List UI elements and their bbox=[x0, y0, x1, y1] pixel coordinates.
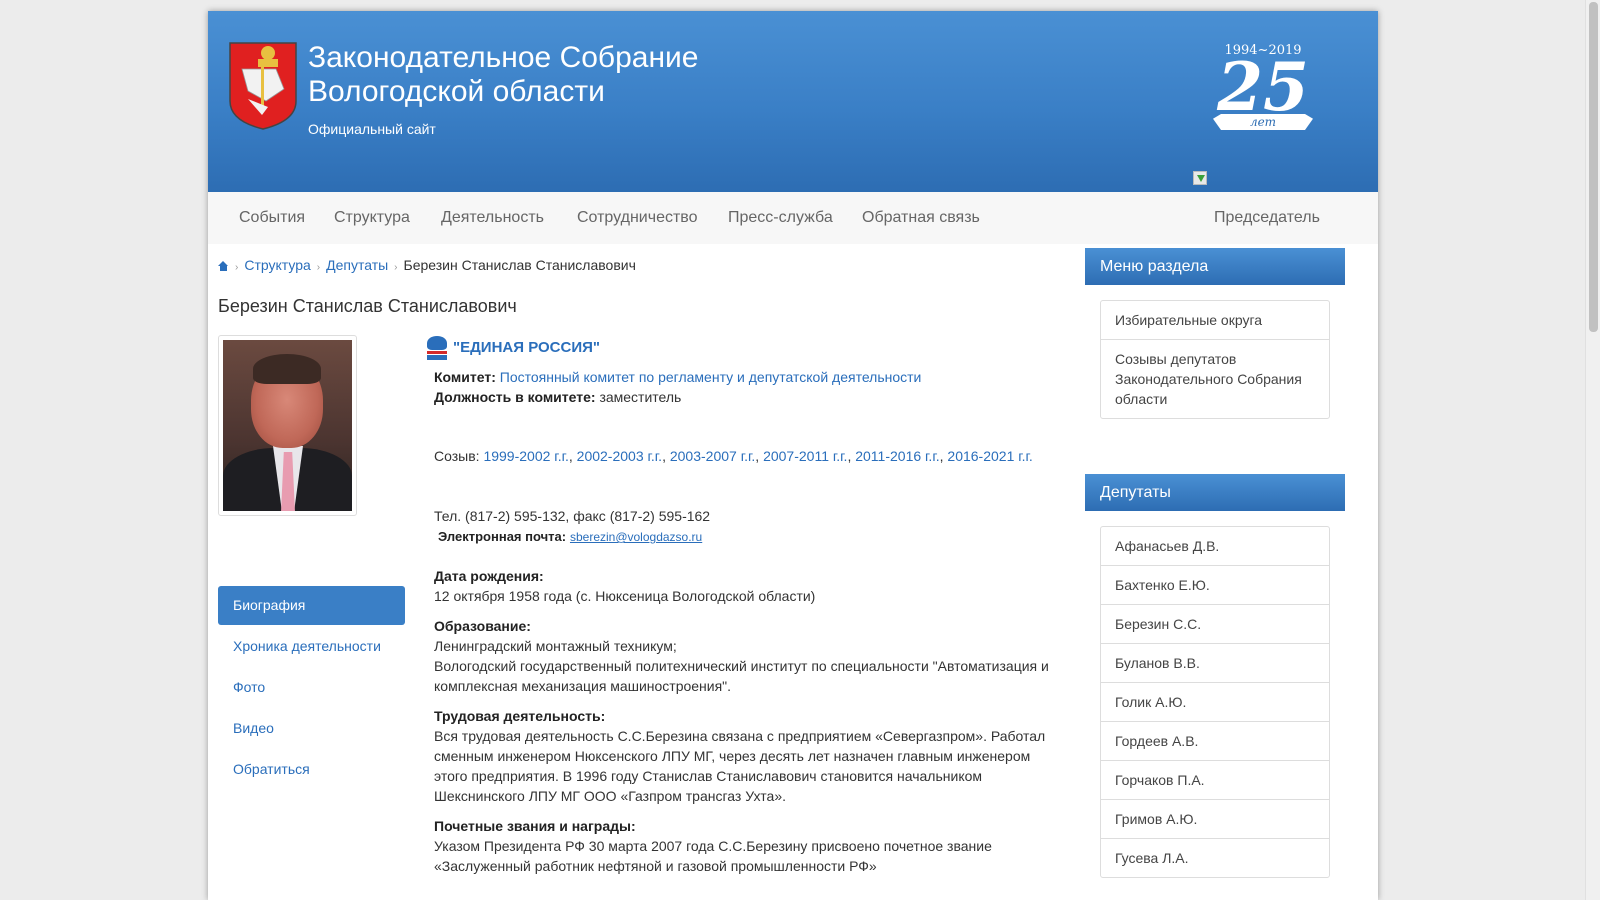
deputies-header: Депутаты bbox=[1085, 474, 1345, 511]
nav-item-feedback[interactable]: Обратная связь bbox=[862, 192, 980, 244]
committee-row: Комитет: Постоянный комитет по регламент… bbox=[434, 367, 1057, 387]
profile-menu-photo[interactable]: Фото bbox=[218, 668, 405, 707]
anniversary-badge: 1994~2019 25 лет bbox=[1208, 43, 1318, 153]
bio-birth: Дата рождения: 12 октября 1958 года (с. … bbox=[434, 566, 1057, 606]
committee-label: Комитет: bbox=[434, 369, 496, 385]
breadcrumb: › Структура › Депутаты › Березин Станислав Ст… bbox=[218, 257, 636, 273]
convocation-link[interactable]: 2003-2007 г.г. bbox=[670, 448, 755, 464]
breadcrumb-deputies-link[interactable]: Депутаты bbox=[326, 257, 388, 273]
site-title-line2: Вологодской области bbox=[308, 75, 605, 108]
email-row: Электронная почта: sberezin@vologdazso.r… bbox=[434, 526, 1057, 547]
nav-item-structure[interactable]: Структура bbox=[334, 192, 410, 244]
profile-menu-chronicle[interactable]: Хроника деятельности bbox=[218, 627, 405, 666]
profile-menu-video[interactable]: Видео bbox=[218, 709, 405, 748]
deputy-list-item[interactable]: Буланов В.В. bbox=[1101, 644, 1329, 683]
convocation-link[interactable]: 2016-2021 г.г. bbox=[947, 448, 1032, 464]
deputy-list-item[interactable]: Горчаков П.А. bbox=[1101, 761, 1329, 800]
convocation-link[interactable]: 2002-2003 г.г. bbox=[577, 448, 662, 464]
breadcrumb-current: Березин Станислав Станиславович bbox=[403, 257, 636, 273]
anniversary-ribbon: лет bbox=[1213, 114, 1313, 130]
convocation-link[interactable]: 2011-2016 г.г. bbox=[855, 448, 939, 464]
profile-menu-contact[interactable]: Обратиться bbox=[218, 750, 405, 789]
deputy-portrait-image bbox=[223, 340, 352, 511]
profile-content: "ЕДИНАЯ РОССИЯ" Комитет: Постоянный коми… bbox=[427, 333, 1057, 876]
main-navbar: События Структура Деятельность Сотруднич… bbox=[208, 192, 1378, 244]
profile-menu-biography[interactable]: Биография bbox=[218, 586, 405, 625]
anniversary-number: 25 bbox=[1217, 48, 1309, 126]
bio-work: Трудовая деятельность: Вся трудовая деят… bbox=[434, 706, 1057, 806]
bio-awards-text: Указом Президента РФ 30 марта 2007 года … bbox=[434, 838, 992, 874]
bio-awards: Почетные звания и награды: Указом Презид… bbox=[434, 816, 1057, 876]
section-menu-item-districts[interactable]: Избирательные округа bbox=[1101, 301, 1329, 340]
coat-of-arms-logo[interactable] bbox=[228, 41, 298, 131]
position-label: Должность в комитете: bbox=[434, 389, 596, 405]
deputy-list-item[interactable]: Голик А.Ю. bbox=[1101, 683, 1329, 722]
bio-awards-title: Почетные звания и награды: bbox=[434, 818, 636, 834]
nav-item-events[interactable]: События bbox=[239, 192, 305, 244]
deputies-list: Афанасьев Д.В. Бахтенко Е.Ю. Березин С.С… bbox=[1100, 526, 1330, 878]
nav-item-activity[interactable]: Деятельность bbox=[441, 192, 544, 244]
deputy-list-item[interactable]: Бахтенко Е.Ю. bbox=[1101, 566, 1329, 605]
bio-work-text: Вся трудовая деятельность С.С.Березина с… bbox=[434, 728, 1046, 804]
deputy-list-item[interactable]: Гримов А.Ю. bbox=[1101, 800, 1329, 839]
committee-link[interactable]: Постоянный комитет по регламенту и депут… bbox=[500, 369, 922, 385]
scrollbar-thumb[interactable] bbox=[1589, 2, 1598, 332]
site-title-line1: Законодательное Собрание bbox=[308, 41, 699, 74]
nav-item-press[interactable]: Пресс-служба bbox=[728, 192, 833, 244]
page-container: Законодательное Собрание Вологодской обл… bbox=[208, 11, 1378, 900]
site-subtitle: Официальный сайт bbox=[308, 121, 436, 137]
bio-education-title: Образование: bbox=[434, 618, 531, 634]
breadcrumb-separator: › bbox=[316, 262, 321, 273]
email-link[interactable]: sberezin@vologdazso.ru bbox=[570, 530, 702, 544]
bio-education: Образование: Ленинградский монтажный тех… bbox=[434, 616, 1057, 696]
section-menu-item-convocations[interactable]: Созывы депутатов Законодательного Собран… bbox=[1101, 340, 1329, 418]
party-logo-icon bbox=[427, 336, 447, 360]
breadcrumb-separator: › bbox=[394, 262, 398, 273]
profile-menu: Биография Хроника деятельности Фото Виде… bbox=[218, 586, 405, 791]
bio-education-line2: Вологодский государственный политехничес… bbox=[434, 658, 1049, 694]
breadcrumb-separator: › bbox=[235, 262, 239, 273]
bio-education-line1: Ленинградский монтажный техникум; bbox=[434, 638, 677, 654]
page-title: Березин Станислав Станиславович bbox=[218, 296, 517, 316]
deputy-list-item[interactable]: Гордеев А.В. bbox=[1101, 722, 1329, 761]
home-icon[interactable] bbox=[218, 261, 229, 271]
site-title[interactable]: Законодательное Собрание Вологодской обл… bbox=[308, 41, 908, 109]
convocation-link[interactable]: 1999-2002 г.г. bbox=[483, 448, 568, 464]
position-row: Должность в комитете: заместитель bbox=[434, 387, 1057, 407]
position-value: заместитель bbox=[599, 389, 682, 405]
breadcrumb-structure-link[interactable]: Структура bbox=[244, 257, 310, 273]
nav-item-cooperation[interactable]: Сотрудничество bbox=[577, 192, 698, 244]
phone-row: Тел. (817-2) 595-132, факс (817-2) 595-1… bbox=[434, 508, 711, 524]
nav-item-chairman[interactable]: Председатель bbox=[1214, 192, 1320, 244]
party-affiliation: "ЕДИНАЯ РОССИЯ" bbox=[427, 333, 1057, 363]
deputy-list-item[interactable]: Березин С.С. bbox=[1101, 605, 1329, 644]
site-header: Законодательное Собрание Вологодской обл… bbox=[208, 11, 1378, 192]
convocations-label: Созыв: bbox=[434, 448, 480, 464]
download-icon[interactable] bbox=[1193, 171, 1207, 185]
section-menu-header: Меню раздела bbox=[1085, 248, 1345, 285]
section-menu-list: Избирательные округа Созывы депутатов За… bbox=[1100, 300, 1330, 419]
deputy-list-item[interactable]: Гусева Л.А. bbox=[1101, 839, 1329, 877]
bio-birth-title: Дата рождения: bbox=[434, 568, 544, 584]
bio-work-title: Трудовая деятельность: bbox=[434, 708, 606, 724]
page-scrollbar[interactable] bbox=[1585, 0, 1600, 900]
deputy-list-item[interactable]: Афанасьев Д.В. bbox=[1101, 527, 1329, 566]
email-label: Электронная почта: bbox=[438, 529, 567, 544]
convocation-link[interactable]: 2007-2011 г.г. bbox=[763, 448, 847, 464]
convocations-row: Созыв: 1999-2002 г.г., 2002-2003 г.г., 2… bbox=[434, 448, 1033, 464]
party-link[interactable]: "ЕДИНАЯ РОССИЯ" bbox=[453, 338, 600, 358]
deputy-photo[interactable] bbox=[218, 335, 357, 516]
bio-birth-text: 12 октября 1958 года (с. Нюксеница Волог… bbox=[434, 588, 816, 604]
